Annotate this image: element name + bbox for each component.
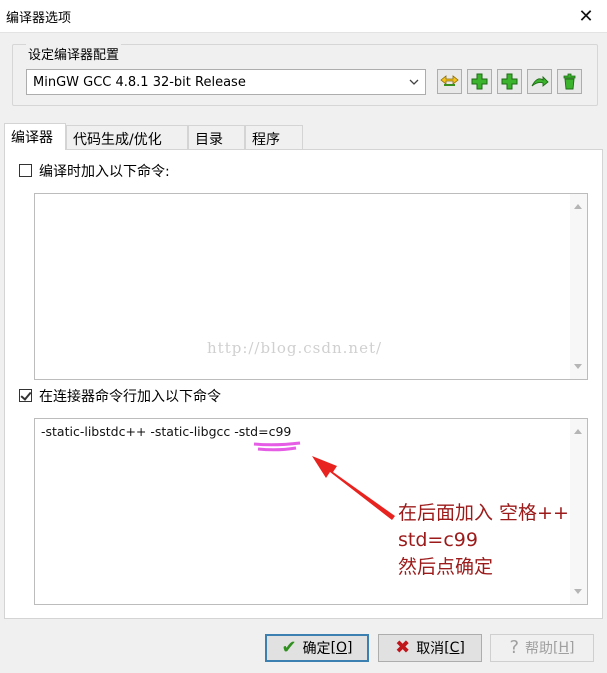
- x-icon: ✖: [395, 637, 411, 658]
- ok-button[interactable]: ✔ 确定 [O]: [265, 634, 369, 662]
- help-button-hotkey: [H]: [553, 640, 575, 656]
- check-icon: ✔: [281, 637, 297, 658]
- cancel-button-label: 取消: [416, 641, 445, 657]
- annotation-arrow: [312, 456, 395, 520]
- cancel-button[interactable]: ✖ 取消 [C]: [378, 634, 482, 662]
- annotation-line-1: 在后面加入 空格++: [398, 502, 569, 524]
- annotation-text: 在后面加入 空格++ std=c99 然后点确定: [398, 500, 569, 581]
- annotation-line-3: 然后点确定: [398, 556, 494, 578]
- question-icon: ?: [509, 637, 520, 658]
- annotation-line-2: std=c99: [398, 529, 478, 551]
- cancel-button-hotkey: [C]: [444, 640, 465, 656]
- help-button[interactable]: ? 帮助 [H]: [490, 634, 594, 662]
- highlight-scribble: [253, 441, 301, 452]
- ok-button-label: 确定: [302, 641, 331, 657]
- ok-button-hotkey: [O]: [330, 640, 353, 656]
- help-button-label: 帮助: [525, 641, 554, 657]
- tab-compiler[interactable]: 编译器: [4, 123, 66, 150]
